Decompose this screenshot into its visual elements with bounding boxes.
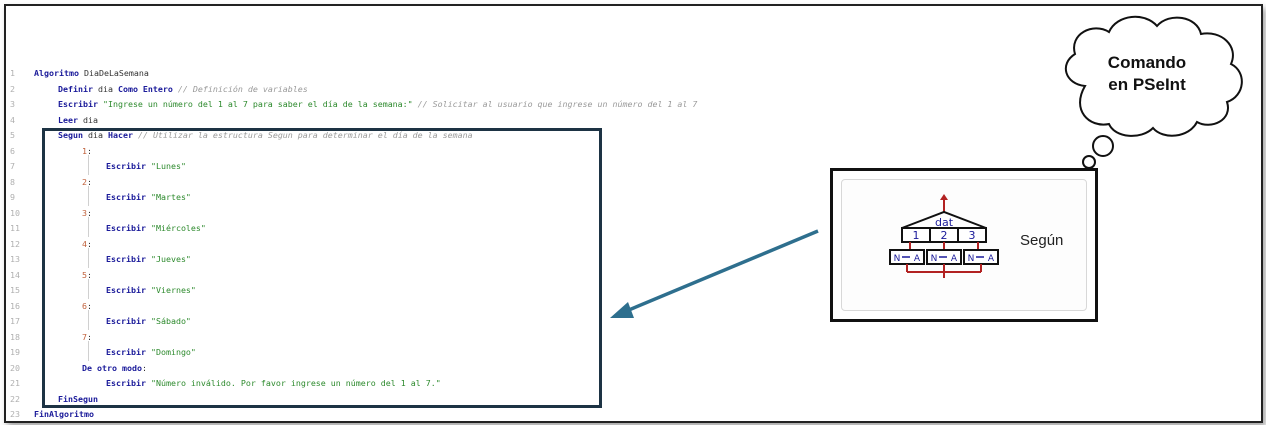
- svg-text:A: A: [914, 254, 921, 264]
- segun-flowchart-icon: dat 1 2 3 N A N A N A: [889, 194, 999, 278]
- command-label: Según: [1020, 232, 1064, 249]
- command-panel: dat 1 2 3 N A N A N A Según: [830, 168, 1098, 322]
- command-button[interactable]: dat 1 2 3 N A N A N A Según: [841, 179, 1087, 311]
- svg-text:2: 2: [941, 229, 948, 242]
- svg-text:1: 1: [913, 229, 920, 242]
- svg-text:N: N: [968, 254, 975, 264]
- svg-text:N: N: [894, 254, 901, 264]
- cloud-caption: Comando en PSeInt: [1072, 52, 1222, 96]
- svg-text:A: A: [988, 254, 995, 264]
- cloud-caption-line1: Comando: [1107, 53, 1187, 72]
- svg-text:3: 3: [969, 229, 976, 242]
- svg-text:N: N: [931, 254, 938, 264]
- svg-text:A: A: [951, 254, 958, 264]
- cloud-caption-line2: en PSeInt: [1108, 75, 1186, 94]
